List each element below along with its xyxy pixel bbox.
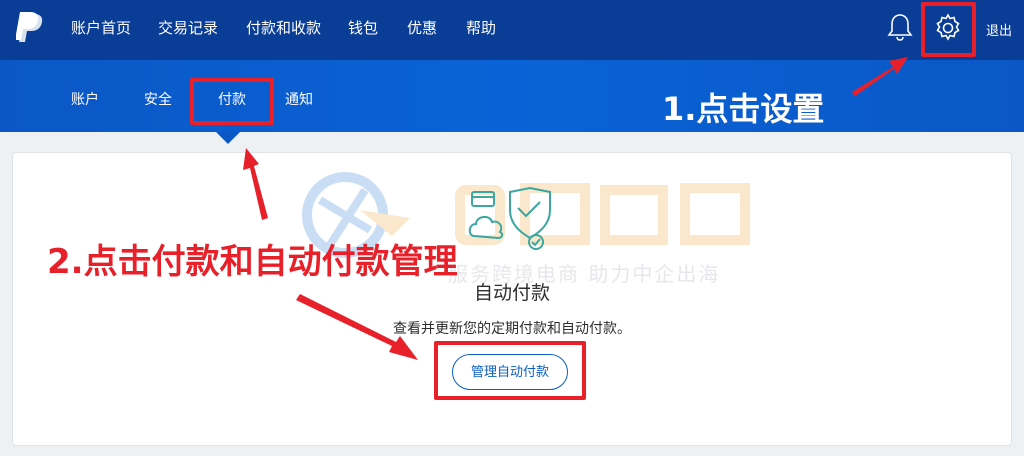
arrow-to-manage-button <box>296 294 418 360</box>
step2-annotation: 2.点击付款和自动付款管理 <box>47 242 458 282</box>
annotation-arrows <box>243 57 908 360</box>
arrow-to-settings <box>852 57 908 96</box>
arrow-to-payments-tab <box>243 148 268 220</box>
step1-annotation: 1.点击设置 <box>662 90 825 128</box>
